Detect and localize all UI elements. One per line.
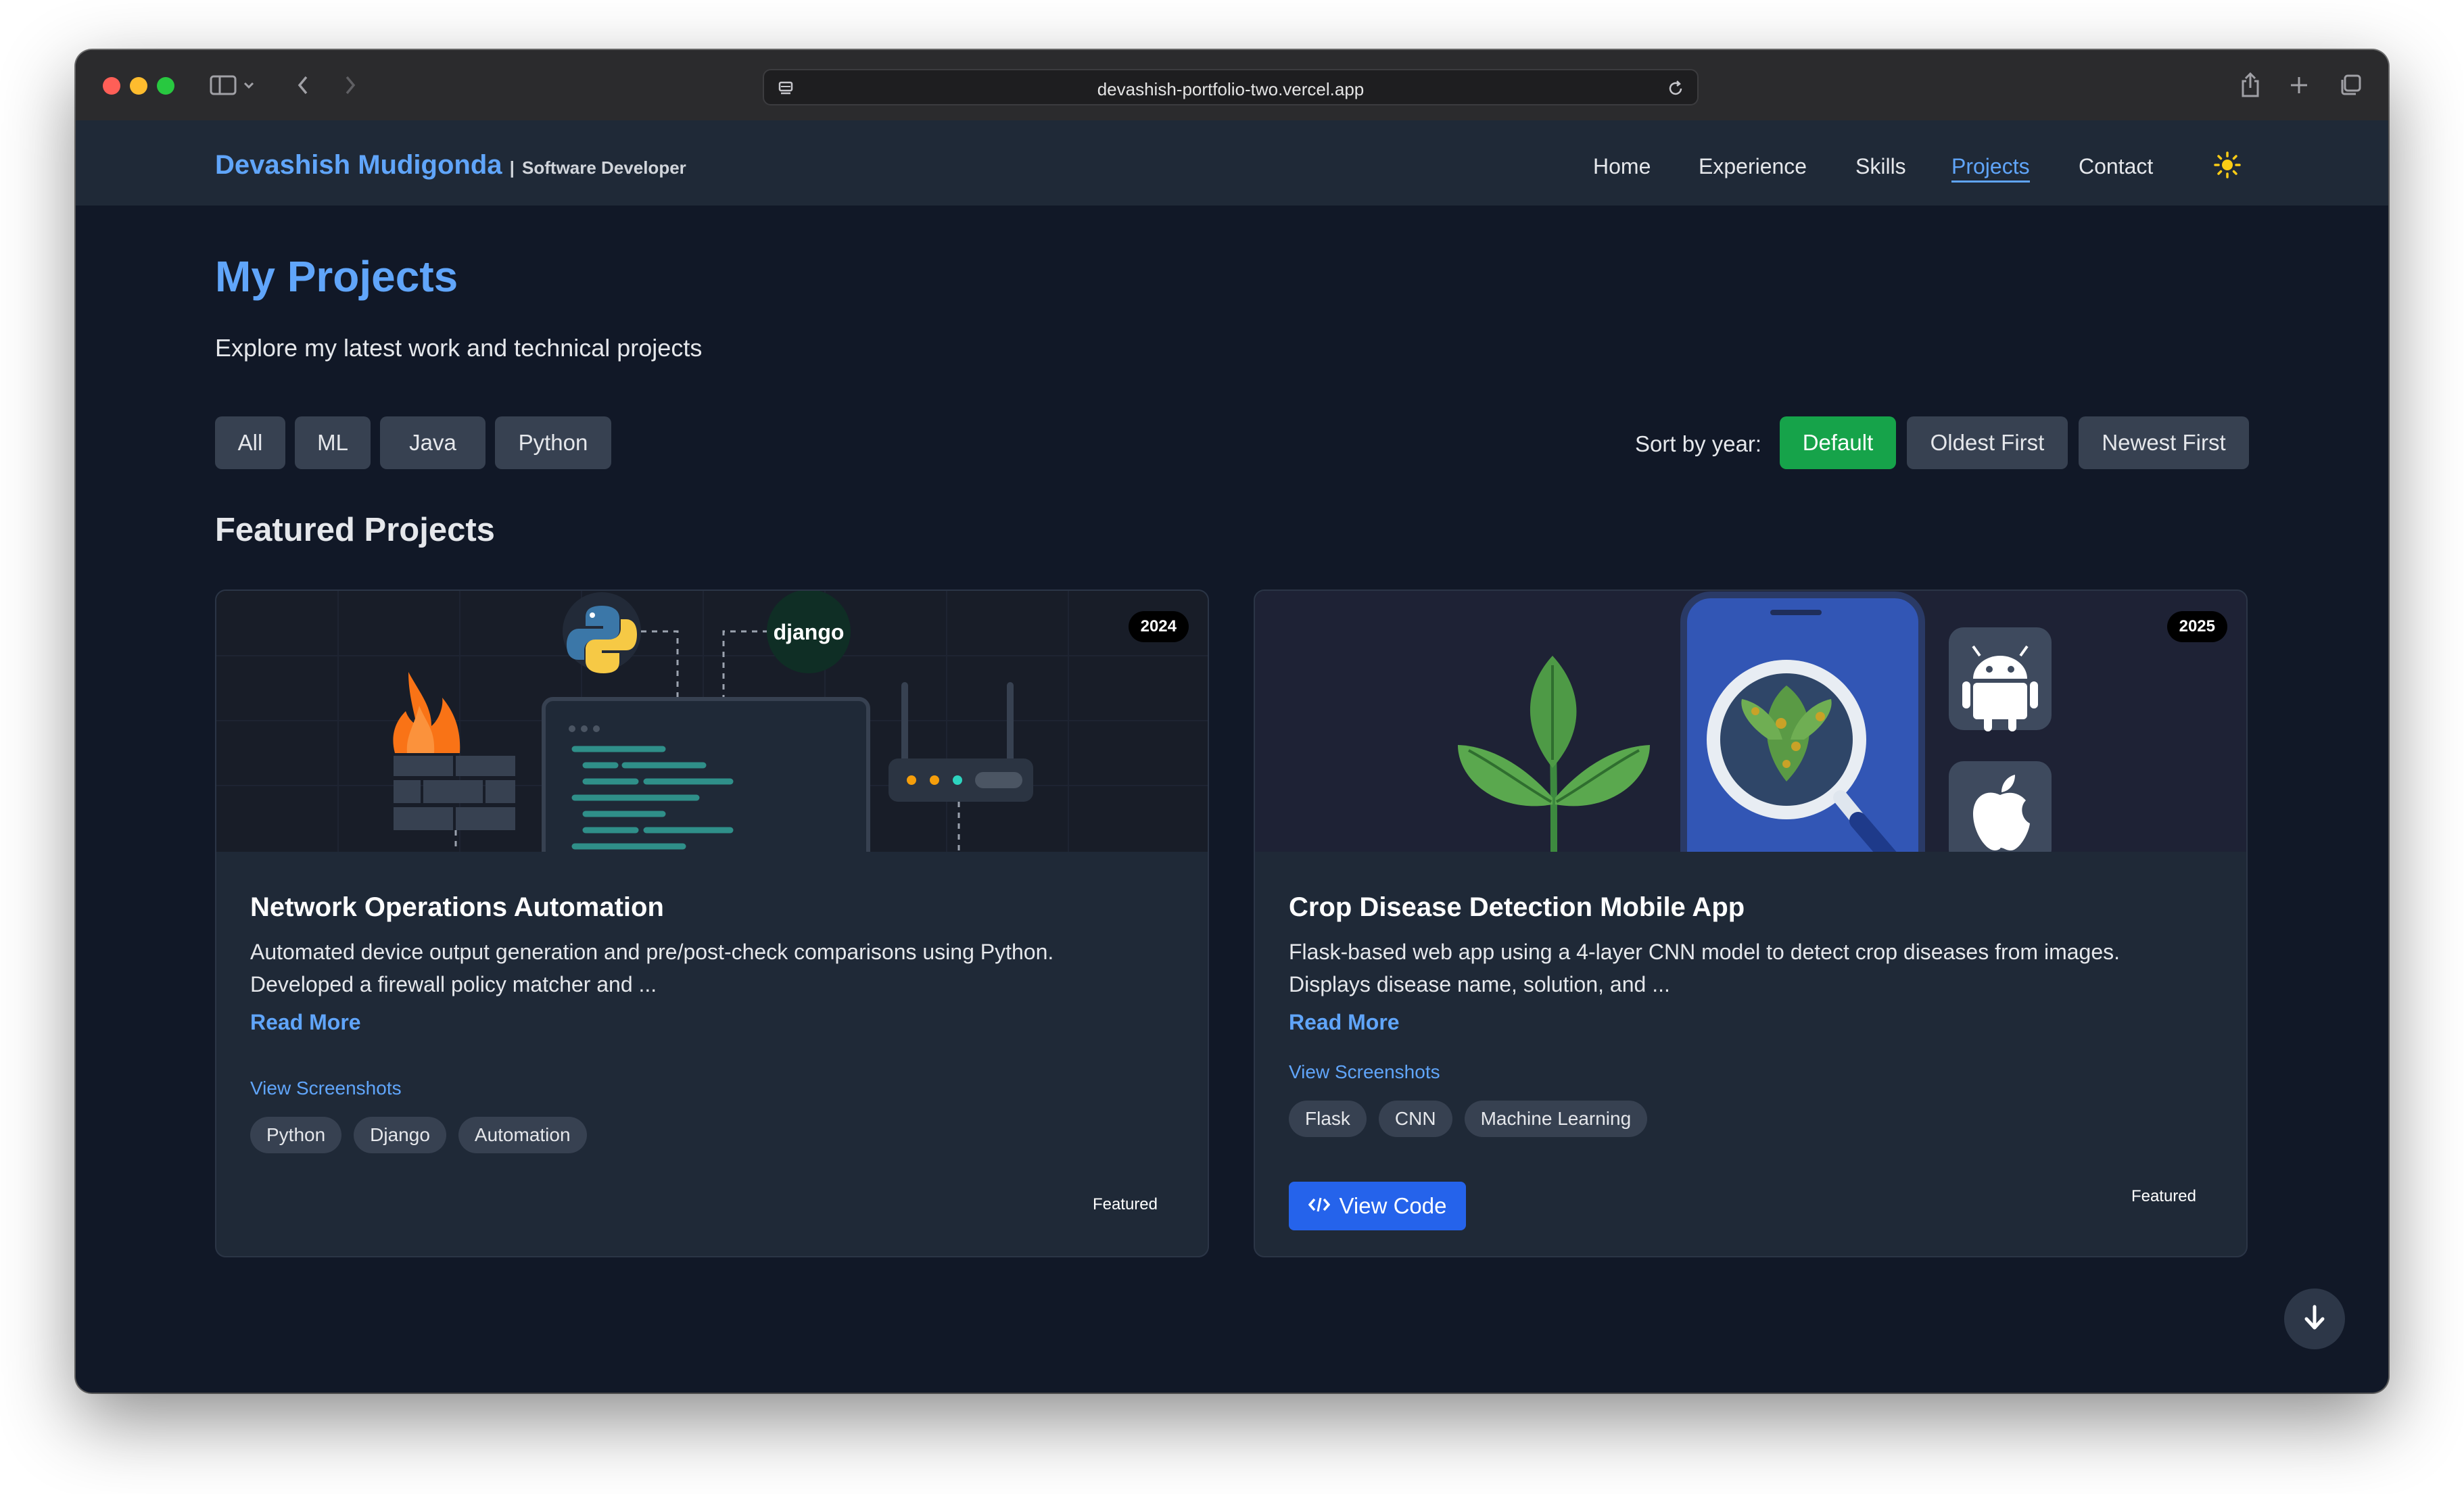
nav-link-experience[interactable]: Experience — [1699, 154, 1807, 179]
svg-text:django: django — [774, 620, 845, 644]
brand-logo[interactable]: Devashish Mudigonda | Software Developer — [215, 150, 686, 180]
sort-default-button[interactable]: Default — [1780, 416, 1896, 469]
page-subtitle: Explore my latest work and technical pro… — [215, 334, 703, 362]
url-text: devashish-portfolio-two.vercel.app — [1097, 79, 1365, 99]
project-description-line: Flask-based web app using a 4-layer CNN … — [1289, 940, 2121, 964]
tag-cnn: CNN — [1378, 1101, 1452, 1137]
arrow-down-icon — [2301, 1303, 2328, 1336]
tag-list: Flask CNN Machine Learning — [1289, 1101, 1648, 1137]
view-screenshots-link[interactable]: View Screenshots — [1289, 1061, 1440, 1083]
page-title: My Projects — [215, 252, 458, 301]
sidebar-toggle-icon[interactable] — [208, 70, 238, 100]
featured-label: Featured — [2131, 1187, 2196, 1205]
brand-separator: | — [509, 158, 515, 178]
tag-flask: Flask — [1289, 1101, 1367, 1137]
sort-label: Sort by year: — [1635, 431, 1762, 456]
chevron-down-icon[interactable] — [241, 70, 257, 100]
tab-overview-icon[interactable] — [2337, 70, 2364, 100]
share-icon[interactable] — [2237, 70, 2264, 100]
filter-python-button[interactable]: Python — [495, 416, 611, 469]
view-screenshots-link[interactable]: View Screenshots — [250, 1078, 402, 1099]
reload-icon[interactable] — [1662, 74, 1689, 103]
site-navbar: Devashish Mudigonda | Software Developer… — [76, 120, 2388, 206]
view-code-button[interactable]: View Code — [1289, 1182, 1466, 1230]
brand-role: Software Developer — [522, 158, 686, 178]
new-tab-icon[interactable] — [2285, 70, 2313, 100]
year-badge: 2024 — [1128, 611, 1189, 642]
browser-window: devashish-portfolio-two.vercel.app Devas… — [76, 50, 2388, 1393]
tag-list: Python Django Automation — [250, 1117, 587, 1153]
nav-link-contact[interactable]: Contact — [2079, 154, 2153, 179]
nav-link-projects[interactable]: Projects — [1951, 154, 2030, 183]
minimize-window-button[interactable] — [130, 77, 147, 95]
project-title: Network Operations Automation — [250, 892, 664, 922]
section-title: Featured Projects — [215, 512, 495, 548]
project-description-line: Displays disease name, solution, and ... — [1289, 972, 1670, 996]
back-icon[interactable] — [291, 70, 315, 100]
project-description: Automated device output generation and p… — [250, 936, 1183, 1001]
project-image: 2025 — [1255, 591, 2246, 882]
filter-all-button[interactable]: All — [215, 416, 285, 469]
filter-java-button[interactable]: Java — [380, 416, 485, 469]
sun-icon[interactable] — [2212, 150, 2242, 183]
project-card[interactable]: django 2024 Network Operations Automatio… — [215, 589, 1209, 1257]
tag-automation: Automation — [458, 1117, 587, 1153]
brand-name: Devashish Mudigonda — [215, 150, 502, 180]
project-description: Flask-based web app using a 4-layer CNN … — [1289, 936, 2222, 1001]
scroll-down-button[interactable] — [2284, 1288, 2345, 1349]
tag-django: Django — [354, 1117, 446, 1153]
sort-oldest-button[interactable]: Oldest First — [1907, 416, 2068, 469]
django-logo-icon: django — [767, 591, 851, 673]
read-more-link[interactable]: Read More — [250, 1010, 361, 1035]
code-editor-icon — [542, 697, 870, 863]
project-title: Crop Disease Detection Mobile App — [1289, 892, 1745, 922]
browser-toolbar: devashish-portfolio-two.vercel.app — [76, 50, 2388, 122]
view-code-label: View Code — [1339, 1193, 1447, 1218]
maximize-window-button[interactable] — [157, 77, 174, 95]
apple-icon — [1949, 761, 2052, 864]
read-more-link[interactable]: Read More — [1289, 1010, 1400, 1035]
tag-python: Python — [250, 1117, 342, 1153]
close-window-button[interactable] — [103, 77, 120, 95]
tag-machine-learning: Machine Learning — [1464, 1101, 1648, 1137]
project-description-line: Automated device output generation and p… — [250, 940, 1054, 964]
code-icon — [1308, 1193, 1330, 1219]
project-card[interactable]: 2025 Crop Disease Detection Mobile App F… — [1254, 589, 2248, 1257]
android-icon — [1949, 627, 2052, 731]
nav-link-skills[interactable]: Skills — [1855, 154, 1906, 179]
forward-icon[interactable] — [338, 70, 362, 100]
sort-newest-button[interactable]: Newest First — [2079, 416, 2249, 469]
phone-icon — [1680, 592, 1925, 882]
filter-ml-button[interactable]: ML — [295, 416, 371, 469]
nav-link-home[interactable]: Home — [1593, 154, 1651, 179]
featured-label: Featured — [1092, 1195, 1158, 1213]
project-image: django 2024 — [216, 591, 1208, 863]
project-description-line: Developed a firewall policy matcher and … — [250, 972, 657, 996]
year-badge: 2025 — [2166, 611, 2227, 642]
address-bar[interactable]: devashish-portfolio-two.vercel.app — [763, 69, 1699, 105]
